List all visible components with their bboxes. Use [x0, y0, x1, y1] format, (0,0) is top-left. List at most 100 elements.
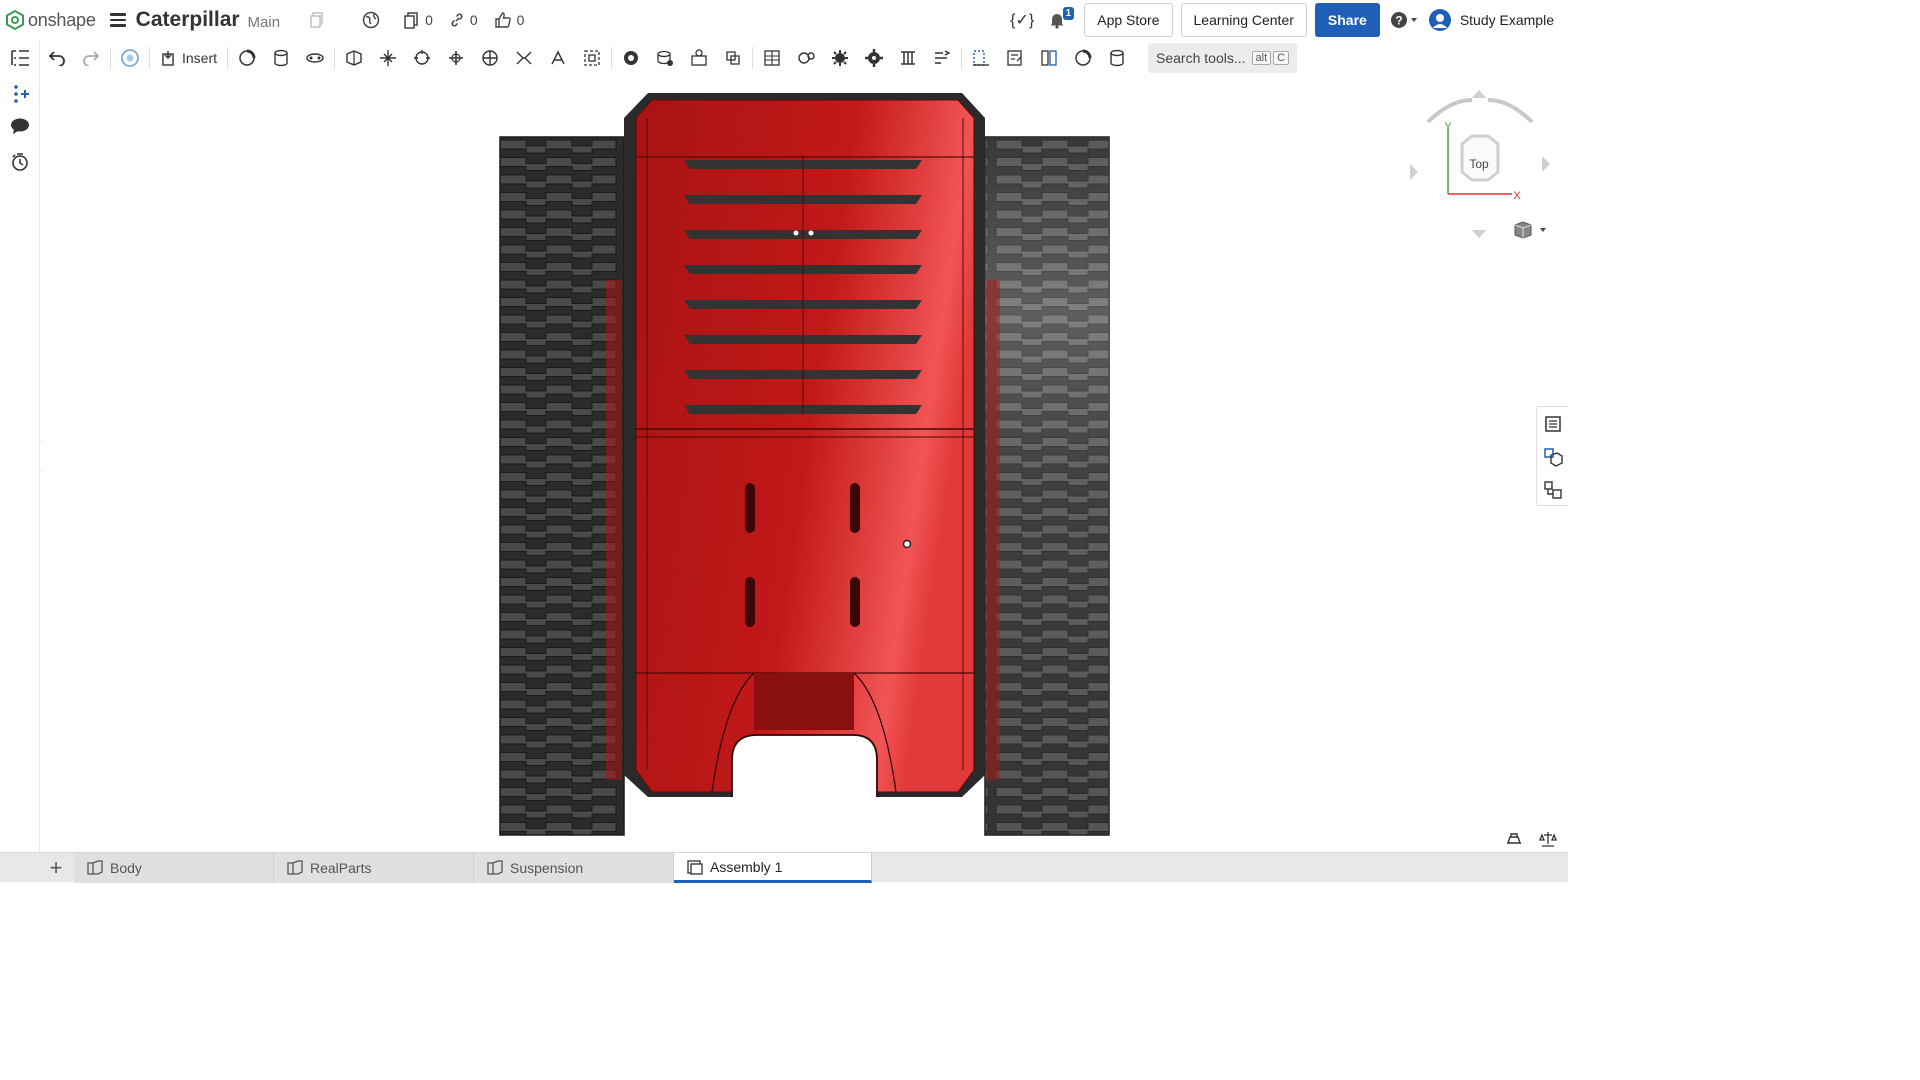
versions-count: 0	[425, 12, 433, 28]
variable-studio-icon[interactable]: {✓}	[1010, 10, 1034, 30]
right-track[interactable]	[984, 136, 1110, 836]
measure-tool-icon[interactable]	[1538, 829, 1558, 849]
tab-assembly-1[interactable]: Assembly 1	[674, 853, 872, 883]
part-studio-icon	[87, 860, 103, 875]
onshape-logo-icon	[6, 10, 24, 30]
instance-list-icon[interactable]	[8, 82, 32, 106]
search-tools-input[interactable]: Search tools... alt C	[1148, 43, 1298, 73]
share-button[interactable]: Share	[1314, 3, 1380, 37]
display-states-icon[interactable]	[1066, 41, 1100, 75]
top-bar: onshape Caterpillar Main 0 0 0 {✓} 1 App…	[0, 0, 1568, 40]
app-store-button[interactable]: App Store	[1084, 3, 1173, 37]
svg-text:?: ?	[1395, 14, 1402, 28]
user-avatar-icon[interactable]	[1428, 8, 1452, 32]
mass-properties-icon[interactable]	[1032, 41, 1066, 75]
tab-realparts[interactable]: RealParts	[274, 853, 474, 883]
appearance-panel-icon[interactable]	[1537, 440, 1569, 473]
group-icon[interactable]	[614, 41, 648, 75]
redo-icon[interactable]	[74, 41, 108, 75]
gear-relation-icon[interactable]	[648, 41, 682, 75]
rotate-mate-icon[interactable]	[439, 41, 473, 75]
insert-label: Insert	[182, 50, 218, 66]
search-tools-placeholder: Search tools...	[1156, 50, 1246, 66]
branch-name[interactable]: Main	[248, 14, 281, 31]
measure-icon[interactable]	[964, 41, 998, 75]
linear-relation-icon[interactable]	[755, 41, 789, 75]
rotate-left-arrow-icon	[1426, 98, 1473, 124]
ball-mate-icon[interactable]	[473, 41, 507, 75]
add-tab-icon[interactable]: +	[38, 853, 74, 882]
simulation-icon[interactable]	[925, 41, 959, 75]
motion-icon[interactable]	[857, 41, 891, 75]
configurations-icon[interactable]	[1537, 473, 1569, 506]
versions-icon[interactable]: 0	[402, 11, 433, 29]
fastened-mate-icon[interactable]	[405, 41, 439, 75]
mate-connector-icon[interactable]	[113, 41, 147, 75]
parallel-mate-icon[interactable]	[541, 41, 575, 75]
axis-x-label: X	[1513, 190, 1521, 202]
bom-icon[interactable]	[1537, 407, 1569, 440]
assembly-icon	[687, 859, 703, 875]
document-title[interactable]: Caterpillar	[136, 8, 240, 32]
notifications-icon[interactable]: 1	[1048, 7, 1075, 29]
help-icon[interactable]: ?	[1390, 11, 1418, 29]
mass-properties-icon[interactable]	[1504, 829, 1524, 849]
toolbar-separator	[334, 47, 336, 69]
section-view-icon[interactable]	[998, 41, 1032, 75]
like-icon[interactable]: 0	[494, 11, 524, 29]
pin-slot-mate-icon[interactable]	[507, 41, 541, 75]
insert-button[interactable]: Insert	[152, 43, 225, 73]
right-rail	[1536, 406, 1568, 506]
links-icon[interactable]: 0	[449, 12, 478, 28]
history-icon[interactable]	[8, 150, 32, 174]
globe-icon[interactable]	[362, 11, 380, 29]
tab-bar: + Body RealParts Suspension Assembly 1	[0, 852, 1568, 883]
view-down-arrow-icon	[1472, 230, 1486, 238]
feature-list-icon[interactable]	[8, 46, 32, 70]
rotate-right-arrow-icon	[1487, 98, 1534, 124]
toolbar-separator	[961, 47, 963, 69]
replicate-icon[interactable]	[230, 41, 264, 75]
screw-relation-icon[interactable]	[716, 41, 750, 75]
onshape-logo[interactable]: onshape	[6, 10, 96, 31]
toolbar-separator	[611, 47, 613, 69]
tab-label: Body	[110, 860, 142, 876]
part-studio-icon	[487, 860, 503, 875]
undo-icon[interactable]	[40, 41, 74, 75]
caterpillar-model[interactable]	[41, 78, 1568, 852]
insert-icon	[162, 51, 174, 66]
planar-mate-icon[interactable]	[371, 41, 405, 75]
user-name[interactable]: Study Example	[1460, 12, 1554, 28]
tab-suspension[interactable]: Suspension	[474, 853, 674, 883]
view-left-arrow-icon	[1410, 164, 1418, 180]
comments-icon[interactable]	[8, 114, 32, 138]
graphics-viewport[interactable]	[41, 78, 1568, 852]
tangent-mate-icon[interactable]	[575, 41, 609, 75]
menu-icon[interactable]	[109, 13, 126, 27]
shortcut-key-alt: alt	[1251, 51, 1272, 65]
rack-pinion-icon[interactable]	[682, 41, 716, 75]
learning-center-button[interactable]: Learning Center	[1180, 3, 1307, 37]
slider-mate-icon[interactable]	[337, 41, 371, 75]
toolbar-separator	[752, 47, 754, 69]
revolute-mate-icon[interactable]	[298, 41, 332, 75]
interference-icon[interactable]	[1100, 41, 1134, 75]
view-options-dropdown-icon[interactable]	[1512, 220, 1548, 240]
links-count: 0	[469, 12, 478, 28]
cylinder-icon[interactable]	[264, 41, 298, 75]
axis-y-label: Y	[1444, 121, 1452, 133]
tab-label: Assembly 1	[710, 858, 783, 875]
copy-document-icon[interactable]	[308, 11, 326, 29]
brand-name: onshape	[28, 9, 96, 30]
left-track[interactable]	[499, 136, 625, 836]
notification-badge: 1	[1062, 7, 1075, 20]
tab-label: RealParts	[310, 860, 372, 876]
view-right-arrow-icon	[1542, 156, 1550, 172]
exploded-view-icon[interactable]	[789, 41, 823, 75]
named-positions-icon[interactable]	[823, 41, 857, 75]
view-cube-face-label: Top	[1469, 157, 1489, 171]
part-studio-icon	[287, 860, 303, 875]
left-rail	[0, 40, 40, 852]
tab-body[interactable]: Body	[74, 853, 274, 883]
animate-icon[interactable]	[891, 41, 925, 75]
